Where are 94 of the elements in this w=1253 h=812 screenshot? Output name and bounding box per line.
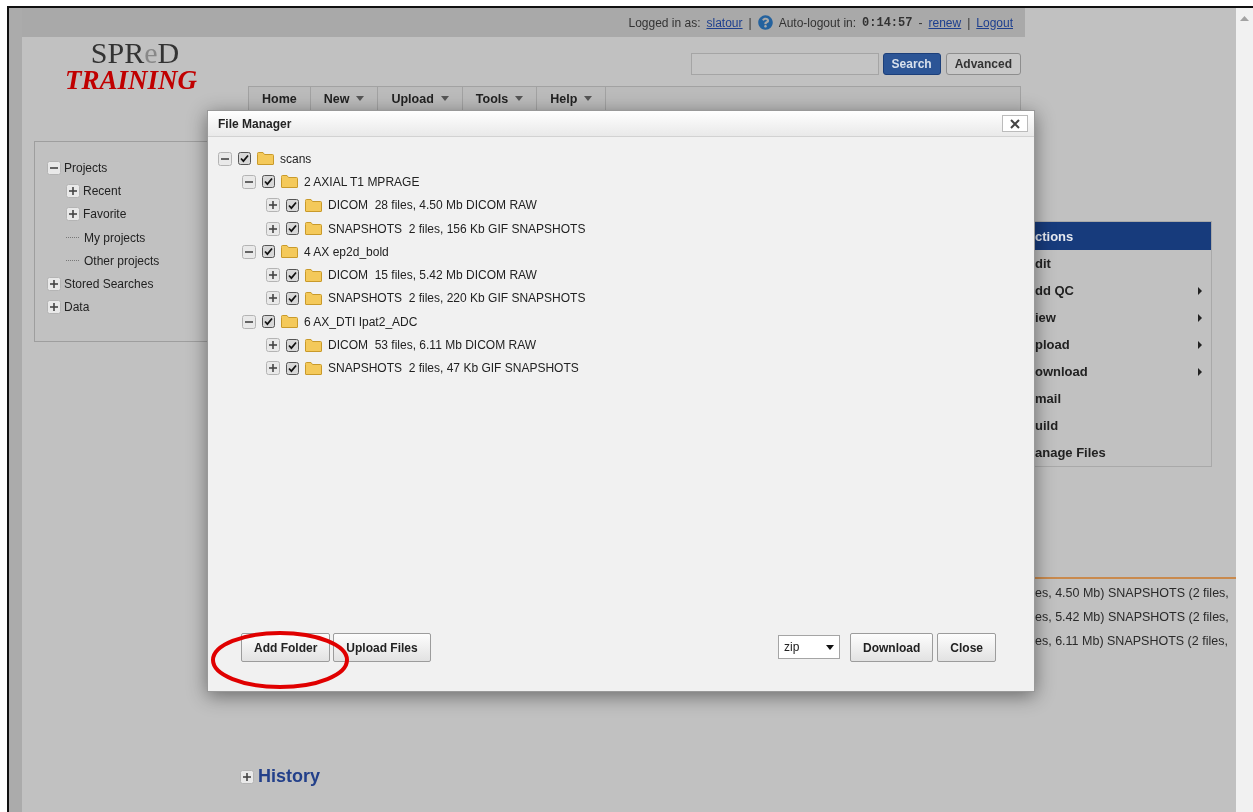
expand-icon[interactable]	[266, 221, 280, 236]
separator: |	[748, 15, 752, 30]
search-field[interactable]	[690, 53, 879, 75]
dash: -	[918, 15, 923, 30]
folder-name[interactable]: DICOM 28 files, 4.50 Mb DICOM RAW	[328, 198, 537, 213]
sidebar-item[interactable]: Favorite	[83, 207, 127, 222]
action-item[interactable]: anage Files	[1035, 439, 1211, 466]
caret-icon	[356, 96, 365, 101]
renew-link[interactable]: renew	[928, 15, 962, 30]
history-heading[interactable]: History	[240, 766, 1035, 787]
expand-icon[interactable]	[47, 277, 61, 292]
checkbox[interactable]	[286, 361, 299, 375]
close-button[interactable]	[1002, 115, 1028, 132]
action-item[interactable]: dit	[1035, 250, 1211, 277]
expand-icon[interactable]	[266, 338, 280, 352]
folder-icon	[281, 245, 298, 259]
action-item[interactable]: pload	[1035, 331, 1211, 358]
checkbox[interactable]	[286, 198, 299, 212]
collapse-icon[interactable]	[242, 174, 256, 189]
sidebar-item[interactable]: Other projects	[84, 253, 160, 268]
folder-name[interactable]: SNAPSHOTS 2 files, 156 Kb GIF SNAPSHOTS	[328, 221, 586, 236]
folder-icon	[281, 175, 298, 189]
sidebar-item[interactable]: Recent	[83, 183, 122, 198]
checkbox[interactable]	[262, 315, 275, 329]
separator: |	[967, 15, 971, 30]
user-link[interactable]: slatour	[706, 15, 743, 30]
caret-icon	[584, 96, 593, 101]
expand-icon[interactable]	[266, 361, 280, 376]
collapse-icon[interactable]	[47, 160, 61, 175]
expand-icon[interactable]	[47, 300, 61, 315]
expand-icon[interactable]	[66, 183, 80, 198]
folder-name[interactable]: SNAPSHOTS 2 files, 220 Kb GIF SNAPSHOTS	[328, 291, 586, 306]
folder-icon	[305, 338, 322, 352]
close-dialog-button[interactable]: Close	[937, 633, 996, 662]
checkbox[interactable]	[286, 268, 299, 282]
folder-icon	[305, 291, 322, 305]
caret-icon	[515, 96, 524, 101]
caret-icon	[440, 96, 449, 101]
scrollbar[interactable]	[1236, 8, 1253, 812]
folder-name[interactable]: 6 AX_DTI Ipat2_ADC	[304, 314, 418, 329]
scan-summary: es, 5.42 Mb) SNAPSHOTS (2 files,	[1035, 609, 1230, 626]
expand-icon[interactable]	[266, 268, 280, 283]
action-item[interactable]: uild	[1035, 412, 1211, 439]
collapse-icon[interactable]	[218, 151, 232, 166]
action-item[interactable]: mail	[1035, 385, 1211, 412]
action-item[interactable]: ownload	[1035, 358, 1211, 385]
checkbox[interactable]	[262, 245, 275, 259]
checkbox[interactable]	[262, 175, 275, 189]
folder-name[interactable]: 2 AXIAL T1 MPRAGE	[304, 174, 420, 189]
checkbox[interactable]	[286, 338, 299, 352]
logout-timer: 0:14:57	[862, 15, 913, 30]
actions-header: ctions	[1035, 222, 1211, 250]
dialog-title: File Manager	[218, 116, 292, 131]
folder-icon	[305, 361, 322, 375]
folder-name[interactable]: 4 AX ep2d_bold	[304, 244, 389, 259]
expand-icon[interactable]	[240, 769, 254, 784]
scan-summary: es, 4.50 Mb) SNAPSHOTS (2 files,	[1035, 585, 1230, 602]
expand-icon[interactable]	[66, 207, 80, 222]
logout-link[interactable]: Logout	[976, 15, 1013, 30]
logo-title: SPReD	[90, 39, 180, 67]
auto-logout-label: Auto-logout in:	[778, 15, 857, 30]
folder-name[interactable]: SNAPSHOTS 2 files, 47 Kb GIF SNAPSHOTS	[328, 361, 579, 376]
checkbox[interactable]	[286, 222, 299, 236]
download-button[interactable]: Download	[850, 633, 934, 662]
upload-files-button[interactable]: Upload Files	[333, 633, 431, 662]
expand-icon[interactable]	[266, 291, 280, 306]
action-item[interactable]: iew	[1035, 304, 1211, 331]
collapse-icon[interactable]	[242, 314, 256, 329]
caret-icon	[826, 644, 834, 650]
logo-subtitle: TRAINING	[65, 67, 197, 93]
search-button[interactable]: Search	[882, 53, 941, 75]
sidebar-item[interactable]: Stored Searches	[64, 277, 154, 292]
expand-icon[interactable]	[266, 198, 280, 213]
close-icon	[1010, 118, 1020, 129]
format-select[interactable]: zip	[778, 635, 840, 659]
folder-icon	[305, 268, 322, 282]
collapse-icon[interactable]	[242, 244, 256, 259]
logged-in-label: Logged in as:	[628, 15, 701, 30]
help-icon[interactable]	[757, 15, 773, 30]
sidebar-item[interactable]: Data	[64, 300, 90, 315]
checkbox[interactable]	[238, 152, 251, 166]
checkbox[interactable]	[286, 291, 299, 305]
folder-icon	[305, 198, 322, 212]
action-item[interactable]: dd QC	[1035, 277, 1211, 304]
folder-icon	[281, 315, 298, 329]
folder-icon	[257, 152, 274, 166]
advanced-button[interactable]: Advanced	[945, 53, 1021, 75]
folder-icon	[305, 222, 322, 236]
scan-summary: es, 6.11 Mb) SNAPSHOTS (2 files,	[1035, 633, 1229, 650]
sidebar-item[interactable]: My projects	[84, 230, 146, 245]
folder-name[interactable]: DICOM 53 files, 6.11 Mb DICOM RAW	[328, 338, 537, 352]
folder-name[interactable]: DICOM 15 files, 5.42 Mb DICOM RAW	[328, 268, 537, 283]
folder-name[interactable]: scans	[280, 151, 312, 166]
sidebar-item[interactable]: Projects	[64, 160, 108, 175]
